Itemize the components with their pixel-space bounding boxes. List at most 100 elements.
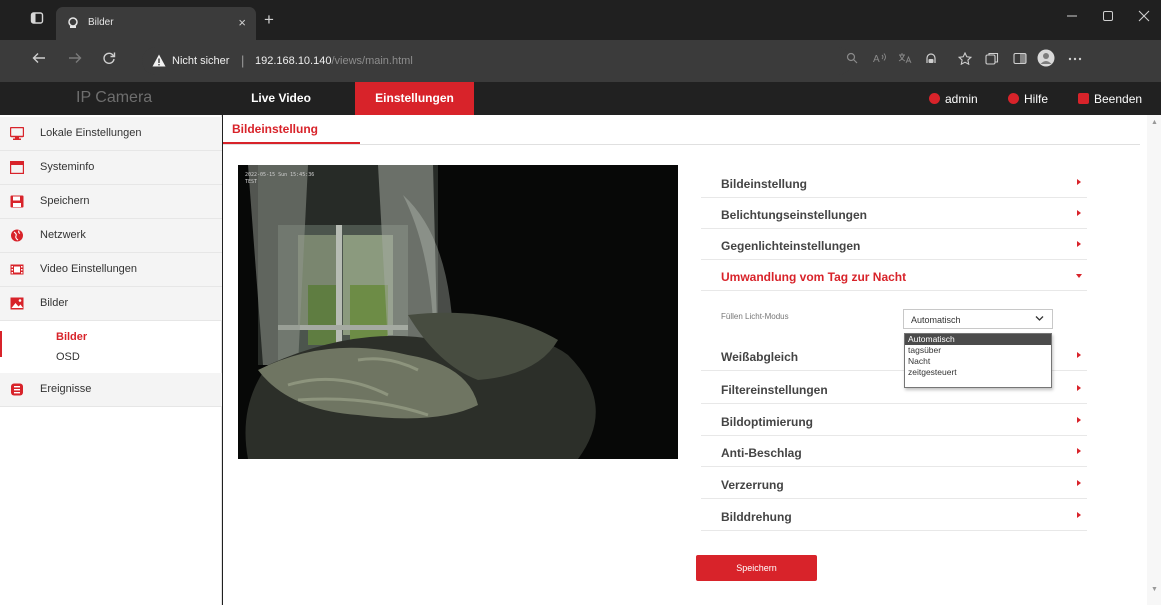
logout-link[interactable]: Beenden — [1078, 92, 1142, 106]
caret-right-icon — [1077, 512, 1081, 518]
url-field[interactable]: Nicht sicher | 192.168.10.140/views/main… — [142, 47, 852, 75]
caret-right-icon — [1077, 352, 1081, 358]
logout-label: Beenden — [1094, 92, 1143, 106]
app-header: IP Camera Live Video Einstellungen admin… — [0, 82, 1161, 115]
select-value: Automatisch — [911, 315, 961, 325]
main-content: Bildeinstellung 2022-05-15 Sun 15:45:36 T… — [223, 115, 1161, 605]
close-icon[interactable] — [1138, 9, 1150, 25]
reload-icon[interactable] — [102, 51, 116, 70]
menu-bildeinstellung[interactable]: Bildeinstellung — [701, 167, 1087, 198]
url-separator: | — [241, 53, 245, 68]
camera-image — [238, 165, 678, 459]
sidebar-item-ereignisse[interactable]: Ereignisse — [0, 373, 222, 407]
menu-label: Verzerrung — [721, 478, 784, 492]
user-icon — [929, 93, 940, 104]
browser-tab-bilder[interactable]: Bilder × — [56, 7, 256, 40]
sidebar-item-speichern[interactable]: Speichern — [0, 185, 222, 219]
favorites-icon[interactable] — [957, 51, 973, 68]
sidebar-item-netzwerk[interactable]: Netzwerk — [0, 219, 222, 253]
menu-belichtungseinstellungen[interactable]: Belichtungseinstellungen — [701, 198, 1087, 229]
video-label: TEST — [245, 179, 258, 185]
tracking-icon[interactable] — [924, 52, 938, 68]
save-icon — [10, 195, 24, 208]
menu-label: Bildoptimierung — [721, 415, 813, 429]
search-icon[interactable] — [846, 52, 858, 67]
dropdown-option[interactable]: zeitgesteuert — [905, 367, 1051, 378]
user-menu[interactable]: admin — [929, 92, 978, 106]
maximize-icon[interactable] — [1102, 9, 1114, 25]
collections-icon[interactable] — [985, 52, 999, 68]
menu-gegenlichteinstellungen[interactable]: Gegenlichteinstellungen — [701, 229, 1087, 260]
menu-label: Weißabgleich — [721, 350, 799, 364]
dropdown-option[interactable]: Automatisch — [905, 334, 1051, 345]
sidebar-item-systeminfo[interactable]: Systeminfo — [0, 151, 222, 185]
sidebar-item-label: Bilder — [40, 297, 69, 309]
help-icon — [1008, 93, 1019, 104]
sidebar-subitem-bilder[interactable]: Bilder — [56, 331, 87, 343]
dropdown-option[interactable]: Nacht — [905, 356, 1051, 367]
fill-light-dropdown: Automatisch tagsüber Nacht zeitgesteuert — [904, 333, 1052, 388]
sidebar-item-label: Systeminfo — [40, 161, 95, 173]
translate-icon[interactable] — [898, 52, 912, 67]
tab-einstellungen[interactable]: Einstellungen — [355, 82, 474, 115]
sidebar-item-label: Ereignisse — [40, 383, 92, 395]
tab-close-icon[interactable]: × — [238, 15, 246, 30]
tab-live-video[interactable]: Live Video — [221, 82, 341, 115]
menu-bildoptimierung[interactable]: Bildoptimierung — [701, 405, 1087, 436]
address-bar: Nicht sicher | 192.168.10.140/views/main… — [0, 40, 1161, 82]
menu-label: Gegenlichteinstellungen — [721, 239, 861, 253]
menu-umwandlung-tag-nacht[interactable]: Umwandlung vom Tag zur Nacht — [701, 260, 1087, 291]
tab-bildeinstellung[interactable]: Bildeinstellung — [223, 115, 360, 144]
new-tab-icon[interactable]: + — [264, 10, 274, 30]
warning-icon[interactable] — [152, 54, 166, 70]
events-icon — [11, 383, 23, 396]
page-scrollbar[interactable]: ▲ ▼ — [1147, 115, 1161, 605]
fill-light-label: Füllen Licht-Modus — [721, 312, 789, 321]
camera-preview: 2022-05-15 Sun 15:45:36 TEST — [238, 165, 678, 459]
scroll-up-icon[interactable]: ▲ — [1151, 119, 1158, 126]
more-icon[interactable] — [1068, 52, 1082, 67]
scroll-down-icon[interactable]: ▼ — [1151, 586, 1158, 593]
save-button[interactable]: Speichern — [696, 555, 817, 581]
logout-icon — [1078, 93, 1089, 104]
sidebar-item-label: Netzwerk — [40, 229, 86, 241]
user-name: admin — [945, 92, 978, 106]
tab-actions-icon[interactable] — [28, 11, 46, 29]
caret-right-icon — [1077, 448, 1081, 454]
sidebar-item-video-einstellungen[interactable]: Video Einstellungen — [0, 253, 222, 287]
sidebar-item-lokale-einstellungen[interactable]: Lokale Einstellungen — [0, 117, 222, 151]
back-icon[interactable] — [32, 51, 46, 70]
menu-anti-beschlag[interactable]: Anti-Beschlag — [701, 436, 1087, 467]
fill-light-select[interactable]: Automatisch — [903, 309, 1053, 329]
dropdown-option[interactable]: tagsüber — [905, 345, 1051, 356]
menu-label: Umwandlung vom Tag zur Nacht — [721, 270, 907, 284]
security-label[interactable]: Nicht sicher — [172, 55, 229, 67]
svg-text:A: A — [873, 54, 880, 64]
sidebar-item-bilder[interactable]: Bilder — [0, 287, 222, 321]
favicon — [68, 17, 78, 28]
menu-label: Anti-Beschlag — [721, 446, 802, 460]
sidebar: Lokale Einstellungen Systeminfo Speicher… — [0, 115, 222, 605]
tab-divider — [223, 144, 1140, 145]
help-label: Hilfe — [1024, 92, 1049, 106]
info-window-icon — [10, 161, 24, 174]
menu-verzerrung[interactable]: Verzerrung — [701, 468, 1087, 499]
tab-title: Bilder — [88, 17, 114, 28]
sidebar-item-label: Speichern — [40, 195, 90, 207]
video-overlay: 2022-05-15 Sun 15:45:36 TEST — [245, 172, 314, 186]
split-icon[interactable] — [1013, 52, 1027, 68]
caret-right-icon — [1077, 480, 1081, 486]
menu-bilddrehung[interactable]: Bilddrehung — [701, 500, 1087, 531]
minimize-icon[interactable] — [1066, 9, 1078, 25]
sidebar-active-indicator — [0, 331, 2, 357]
monitor-icon — [10, 127, 24, 140]
read-aloud-icon[interactable]: A — [873, 52, 887, 67]
caret-down-icon — [1076, 274, 1082, 278]
caret-right-icon — [1077, 385, 1081, 391]
caret-right-icon — [1077, 210, 1081, 216]
sidebar-subitem-osd[interactable]: OSD — [56, 351, 80, 363]
url-host: 192.168.10.140 — [255, 55, 332, 67]
profile-icon[interactable] — [1037, 49, 1055, 70]
help-link[interactable]: Hilfe — [1008, 92, 1048, 106]
url-path: /views/main.html — [331, 55, 413, 67]
